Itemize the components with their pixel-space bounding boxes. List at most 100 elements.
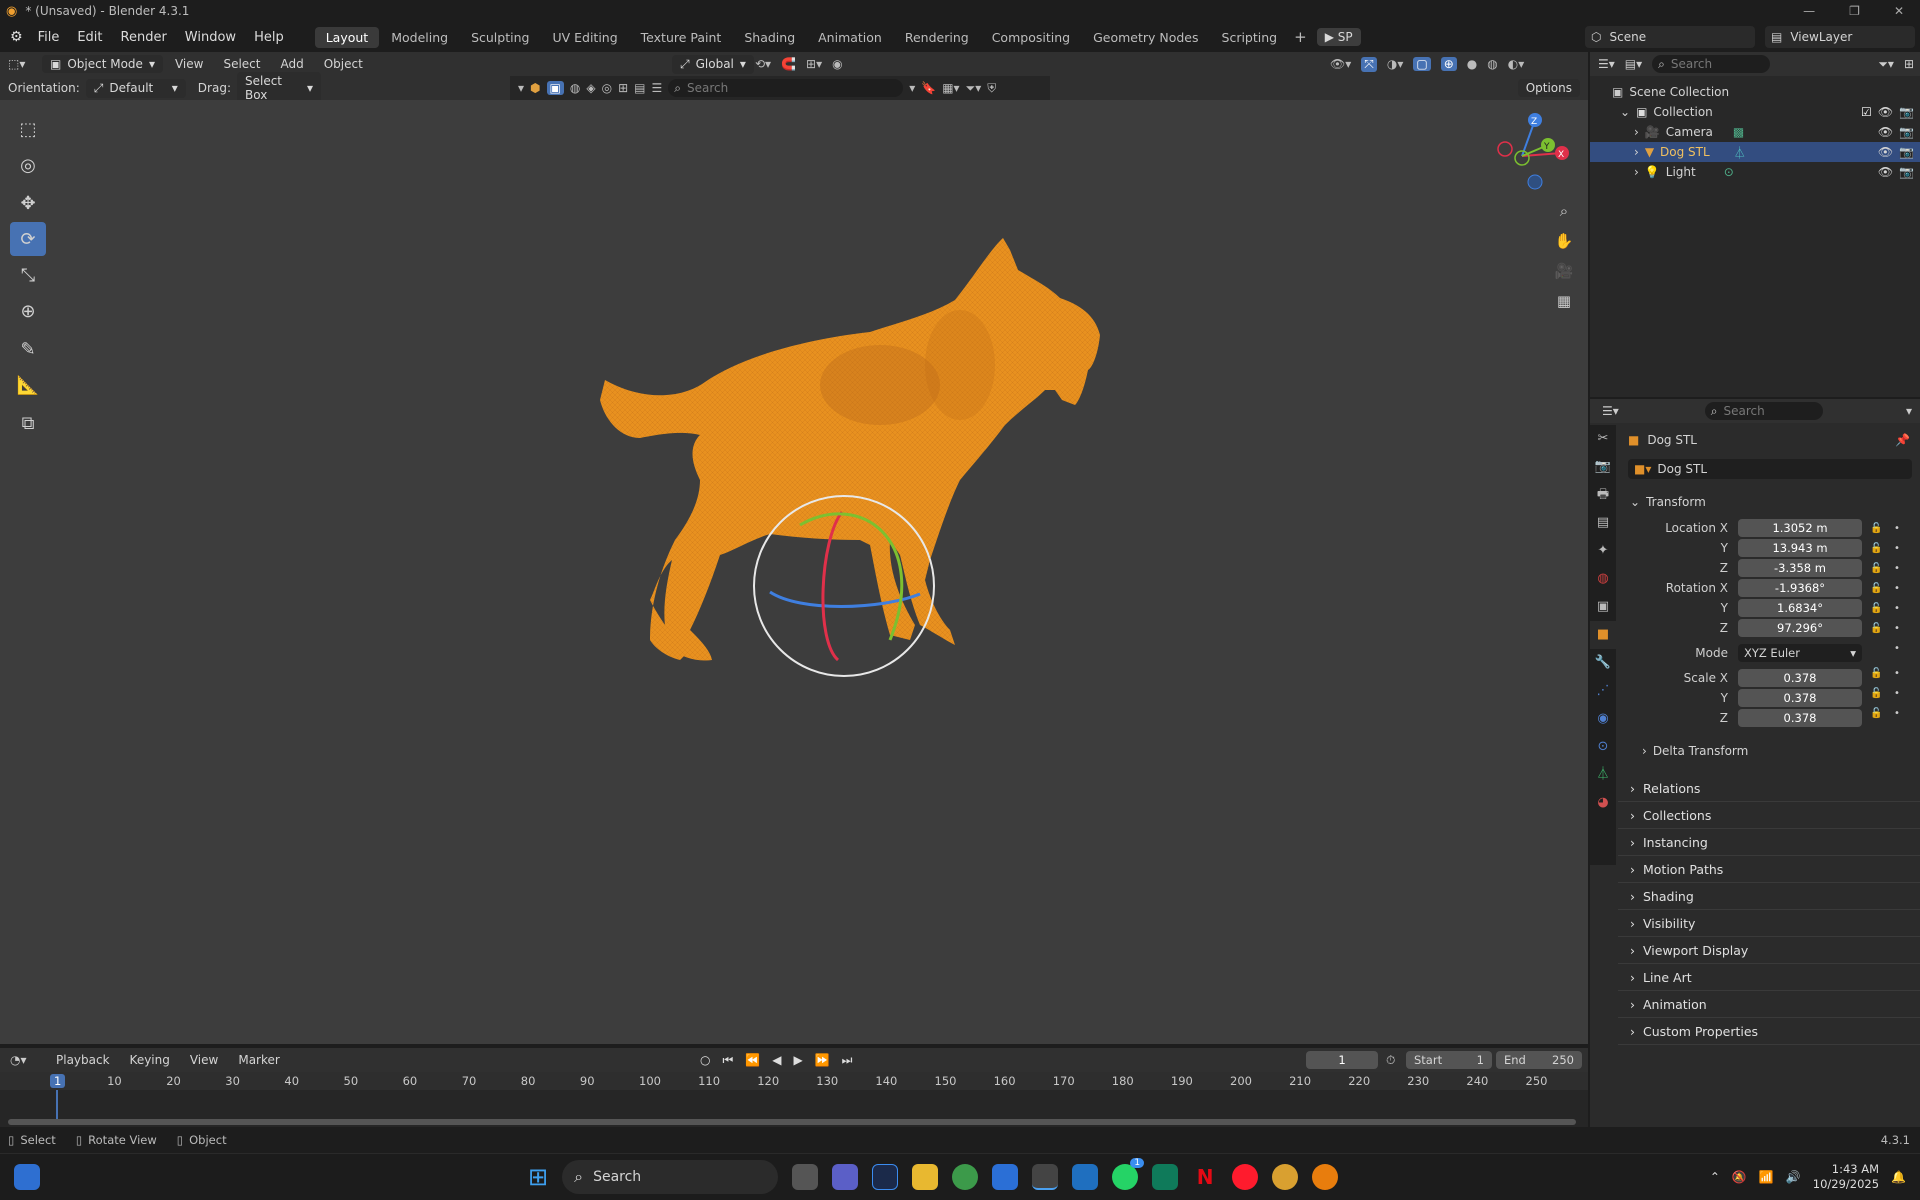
- menu-timeline-view[interactable]: View: [182, 1053, 226, 1067]
- pan-hand-icon[interactable]: ✋: [1552, 226, 1576, 256]
- orientation-dropdown[interactable]: ⤢ Default ▾: [85, 78, 186, 98]
- eye-icon[interactable]: 👁: [1878, 165, 1893, 179]
- pivot-icon[interactable]: ⟲▾: [755, 57, 771, 71]
- timeline-editor-icon[interactable]: ◔▾: [10, 1053, 44, 1067]
- chevron-down-icon[interactable]: ▾: [1906, 404, 1920, 418]
- menu-object[interactable]: Object: [316, 57, 371, 71]
- volume-icon[interactable]: 🔊: [1786, 1170, 1801, 1184]
- select-mode-icon[interactable]: ▣: [546, 81, 564, 95]
- location-x-field[interactable]: 1.3052 m: [1738, 519, 1862, 537]
- menu-file[interactable]: File: [29, 30, 69, 45]
- pin-icon[interactable]: 📌: [1895, 433, 1920, 447]
- render-tab-icon[interactable]: 📷: [1590, 453, 1616, 481]
- notifications-off-icon[interactable]: 🔕: [1732, 1170, 1747, 1184]
- sp-button[interactable]: ▶ SP: [1316, 28, 1361, 46]
- chevron-right-icon[interactable]: ›: [1634, 165, 1639, 179]
- add-workspace-icon[interactable]: +: [1294, 28, 1307, 46]
- lock-icon[interactable]: 🔓: [1870, 599, 1882, 619]
- chrome-profile-icon[interactable]: [1272, 1164, 1299, 1190]
- store-icon[interactable]: [992, 1164, 1019, 1190]
- tab-sculpting[interactable]: Sculpting: [460, 27, 540, 48]
- transform-panel-header[interactable]: ⌄ Transform: [1618, 489, 1920, 515]
- remote-desktop-icon[interactable]: [1072, 1164, 1099, 1190]
- xray-icon[interactable]: ▢: [1413, 57, 1431, 71]
- file-explorer-icon[interactable]: [912, 1164, 939, 1190]
- clock[interactable]: 1:43 AM 10/29/2025: [1813, 1162, 1879, 1192]
- menu-help[interactable]: Help: [245, 30, 293, 45]
- menu-add[interactable]: Add: [272, 57, 311, 71]
- world-tab-icon[interactable]: ◍: [1590, 565, 1616, 593]
- jump-start-icon[interactable]: ⏮: [722, 1053, 733, 1068]
- playhead[interactable]: [56, 1090, 58, 1120]
- properties-search[interactable]: ⌕ Search: [1704, 402, 1823, 420]
- menu-playback[interactable]: Playback: [48, 1053, 118, 1067]
- camera-render-icon[interactable]: 📷: [1899, 105, 1920, 119]
- section-relations[interactable]: › Relations: [1618, 775, 1920, 802]
- layout-icon[interactable]: ▦▾: [942, 81, 959, 95]
- display-mode-icon[interactable]: ▤▾: [1625, 57, 1642, 71]
- tab-layout[interactable]: Layout: [314, 26, 380, 48]
- teams-icon[interactable]: [832, 1164, 859, 1190]
- current-frame-marker[interactable]: 1: [50, 1074, 66, 1088]
- netflix-icon[interactable]: N: [1192, 1164, 1219, 1190]
- section-animation[interactable]: › Animation: [1618, 991, 1920, 1018]
- lock-icon[interactable]: 🔓: [1870, 704, 1882, 724]
- chevron-down-icon[interactable]: ⌄: [1620, 105, 1630, 119]
- filter-icon-5[interactable]: ▤: [634, 81, 645, 95]
- menu-window[interactable]: Window: [176, 30, 245, 45]
- keyframe-dot-icon[interactable]: •: [1894, 704, 1900, 724]
- constraints-tab-icon[interactable]: ⊙: [1590, 733, 1616, 761]
- section-collections[interactable]: › Collections: [1618, 802, 1920, 829]
- keyframe-dot-icon[interactable]: •: [1894, 559, 1900, 579]
- lock-icon[interactable]: 🔓: [1870, 579, 1882, 599]
- camera-render-icon[interactable]: 📷: [1899, 145, 1920, 159]
- current-frame-field[interactable]: 1: [1306, 1051, 1378, 1069]
- lock-icon[interactable]: 🔓: [1870, 559, 1882, 579]
- section-visibility[interactable]: › Visibility: [1618, 910, 1920, 937]
- keyframe-dot-icon[interactable]: •: [1894, 539, 1900, 559]
- camera-view-icon[interactable]: 🎥: [1552, 256, 1576, 286]
- chevron-down-icon[interactable]: ▾: [909, 81, 915, 95]
- particles-tab-icon[interactable]: ⋰: [1590, 677, 1616, 705]
- gizmo-icon[interactable]: ⤧: [1361, 56, 1377, 72]
- tab-rendering[interactable]: Rendering: [894, 27, 980, 48]
- play-icon[interactable]: ▶: [793, 1053, 802, 1067]
- move-icon[interactable]: ✥: [10, 186, 46, 220]
- scale-x-field[interactable]: 0.378: [1738, 669, 1862, 687]
- material-shading-icon[interactable]: ◍: [1487, 57, 1497, 71]
- rendered-shading-icon[interactable]: ◐▾: [1508, 57, 1525, 71]
- material-tab-icon[interactable]: ◕: [1590, 789, 1616, 817]
- checkbox-icon[interactable]: ☑: [1861, 105, 1872, 119]
- lock-icon[interactable]: 🔓: [1870, 519, 1882, 539]
- snap-target-icon[interactable]: ⊞▾: [806, 57, 822, 71]
- tab-compositing[interactable]: Compositing: [981, 27, 1081, 48]
- outliner-search[interactable]: ⌕ Search: [1652, 55, 1771, 73]
- editor-type-icon[interactable]: ☰▾: [1602, 404, 1619, 418]
- rotation-y-field[interactable]: 1.6834°: [1738, 599, 1862, 617]
- dog-stl-mesh[interactable]: [600, 238, 1100, 661]
- shield-icon[interactable]: ⛨: [987, 81, 996, 96]
- output-tab-icon[interactable]: 🖶: [1590, 481, 1616, 509]
- filter-icon-1[interactable]: ◍: [570, 81, 580, 95]
- select-box-icon[interactable]: ⬚: [10, 112, 46, 146]
- options-button[interactable]: Options: [1517, 79, 1580, 97]
- app-icon[interactable]: [1032, 1164, 1059, 1190]
- annotate-icon[interactable]: ✎: [10, 332, 46, 366]
- keyframe-dot-icon[interactable]: •: [1894, 579, 1900, 599]
- object-type-icon[interactable]: ⬢: [530, 81, 540, 95]
- funnel-icon[interactable]: ⏷▾: [966, 81, 982, 96]
- view-layer-selector[interactable]: ▤ ViewLayer: [1765, 26, 1915, 48]
- lock-icon[interactable]: 🔓: [1870, 684, 1882, 704]
- editor-type-icon[interactable]: ⬚▾: [8, 57, 38, 71]
- cursor-icon[interactable]: ◎: [10, 148, 46, 182]
- eye-icon[interactable]: 👁: [1878, 105, 1893, 119]
- menu-view[interactable]: View: [167, 57, 211, 71]
- view-layer-tab-icon[interactable]: ▤: [1590, 509, 1616, 537]
- editor-type-icon[interactable]: ☰▾: [1598, 57, 1615, 71]
- eye-icon[interactable]: 👁: [1878, 145, 1893, 159]
- collection-tab-icon[interactable]: ▣: [1590, 593, 1616, 621]
- tab-texture-paint[interactable]: Texture Paint: [630, 27, 733, 48]
- notification-center-icon[interactable]: 🔔: [1891, 1170, 1906, 1184]
- section-shading[interactable]: › Shading: [1618, 883, 1920, 910]
- object-tab-icon[interactable]: ■: [1590, 621, 1616, 649]
